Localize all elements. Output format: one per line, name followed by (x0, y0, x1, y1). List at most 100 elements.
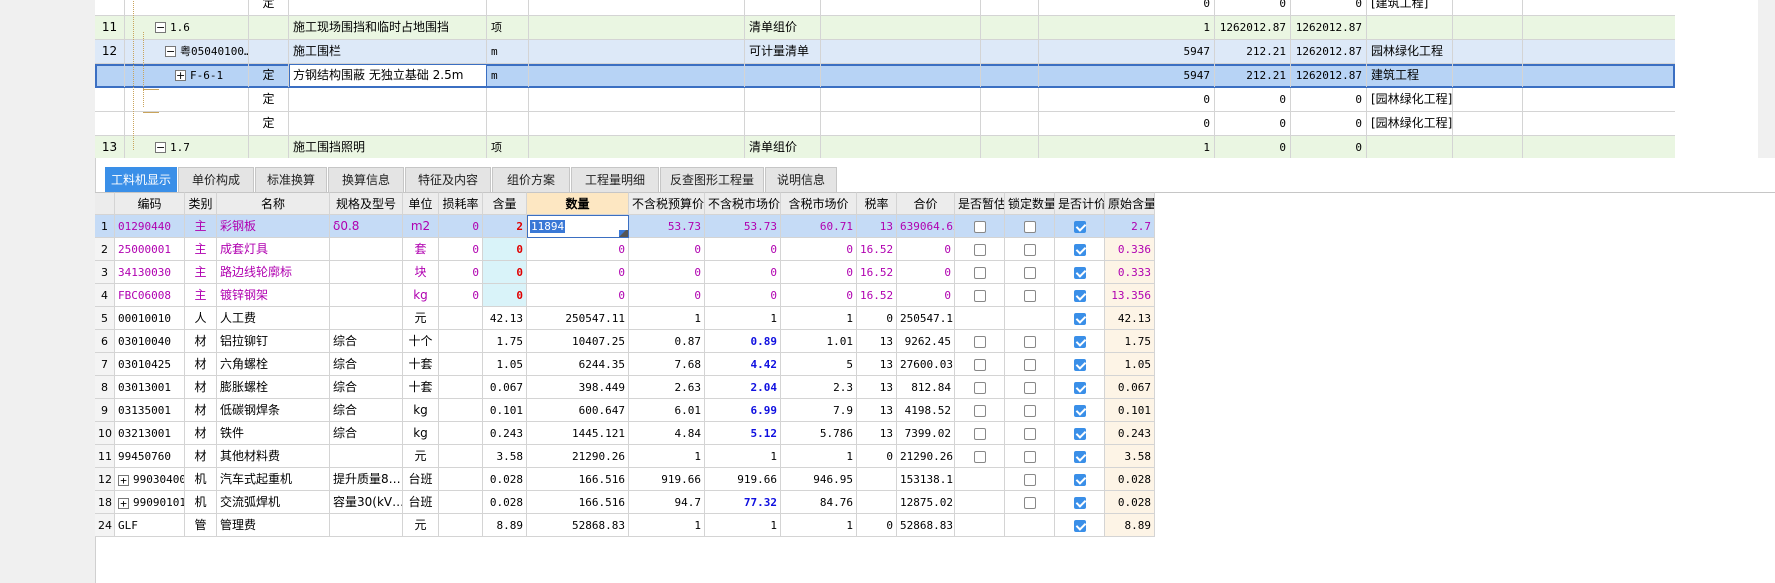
column-header[interactable]: 锁定数量 (1005, 192, 1055, 215)
column-header[interactable]: 含税市场价 (781, 192, 857, 215)
cell-name[interactable]: 镀锌钢架 (217, 284, 330, 307)
cell-lock[interactable] (1005, 330, 1055, 353)
cell-code[interactable]: GLF (115, 514, 185, 537)
priced-checkbox[interactable] (1073, 404, 1086, 417)
cell-price[interactable] (1055, 514, 1105, 537)
cell-price[interactable] (1055, 468, 1105, 491)
lock-qty-checkbox[interactable] (1023, 473, 1036, 486)
item-row[interactable]: 定 0 0 0 [园林绿化工程] (95, 88, 1675, 112)
cell-name[interactable]: 管理费 (217, 514, 330, 537)
cell-price[interactable] (1055, 399, 1105, 422)
cell-est[interactable] (955, 422, 1005, 445)
expand-icon[interactable]: + (118, 474, 129, 486)
cell-hl[interactable]: 42.13 (483, 307, 527, 330)
cell-lock[interactable] (1005, 422, 1055, 445)
item-cell-name[interactable] (289, 112, 487, 135)
lock-qty-checkbox[interactable] (1023, 404, 1036, 417)
cell-qty[interactable]: 0 (527, 261, 629, 284)
provisional-checkbox[interactable] (973, 427, 986, 440)
cell-est[interactable] (955, 376, 1005, 399)
cell-hl[interactable]: 8.89 (483, 514, 527, 537)
lock-qty-checkbox[interactable] (1023, 289, 1036, 302)
cell-qty[interactable]: 11894 (527, 215, 629, 238)
provisional-checkbox[interactable] (973, 266, 986, 279)
lock-qty-checkbox[interactable] (1023, 220, 1036, 233)
expand-icon[interactable]: + (175, 70, 186, 81)
cell-est[interactable] (955, 468, 1005, 491)
cell-price[interactable] (1055, 284, 1105, 307)
provisional-checkbox[interactable] (973, 450, 986, 463)
cell-resize-handle[interactable] (619, 230, 628, 237)
item-cell-code[interactable] (125, 112, 249, 135)
tab-2[interactable]: 单价构成 (178, 167, 254, 192)
cell-qty[interactable]: 21290.26 (527, 445, 629, 468)
cell-name[interactable]: 人工费 (217, 307, 330, 330)
cell-lock[interactable] (1005, 215, 1055, 238)
cell-lock[interactable] (1005, 468, 1055, 491)
cell-hl[interactable]: 0.028 (483, 468, 527, 491)
cell-name[interactable]: 铝拉铆钉 (217, 330, 330, 353)
cell-est[interactable] (955, 307, 1005, 330)
cell-qty[interactable]: 250547.11 (527, 307, 629, 330)
collapse-icon[interactable]: − (165, 46, 176, 57)
priced-checkbox[interactable] (1073, 519, 1086, 532)
cell-hl[interactable]: 2 (483, 215, 527, 238)
priced-checkbox[interactable] (1073, 427, 1086, 440)
cell-name[interactable]: 路边线轮廓标 (217, 261, 330, 284)
priced-checkbox[interactable] (1073, 496, 1086, 509)
lock-qty-checkbox[interactable] (1023, 335, 1036, 348)
cell-qty[interactable]: 0 (527, 284, 629, 307)
cell-lock[interactable] (1005, 514, 1055, 537)
cell-est[interactable] (955, 284, 1005, 307)
cell-hl[interactable]: 0.243 (483, 422, 527, 445)
cell-hl[interactable]: 0 (483, 261, 527, 284)
cell-price[interactable] (1055, 330, 1105, 353)
cell-name[interactable]: 铁件 (217, 422, 330, 445)
lock-qty-checkbox[interactable] (1023, 358, 1036, 371)
cell-price[interactable] (1055, 261, 1105, 284)
cell-est[interactable] (955, 514, 1005, 537)
item-row[interactable]: 12 − 粤05040100… 施工围栏 m 可计量清单 5947 212.21 1262012… (95, 40, 1675, 64)
cell-code[interactable]: 03010040 (115, 330, 185, 353)
lock-qty-checkbox[interactable] (1023, 381, 1036, 394)
priced-checkbox[interactable] (1073, 335, 1086, 348)
column-header[interactable]: 损耗率 (439, 192, 483, 215)
priced-checkbox[interactable] (1073, 289, 1086, 302)
cell-code[interactable]: +990304004 (115, 468, 185, 491)
cell-hl[interactable]: 0.101 (483, 399, 527, 422)
item-row[interactable]: + F-6-1 定 方钢结构围蔽 无独立基础 2.5m m 5947 212.21 12620… (95, 64, 1675, 88)
lock-qty-checkbox[interactable] (1023, 266, 1036, 279)
cell-qty[interactable]: 6244.35 (527, 353, 629, 376)
cell-lock[interactable] (1005, 261, 1055, 284)
cell-hl[interactable]: 0 (483, 284, 527, 307)
column-header[interactable]: 数量 (527, 192, 629, 215)
tab-1[interactable]: 工料机显示 (105, 167, 177, 192)
collapse-icon[interactable]: − (155, 22, 166, 33)
cell-lock[interactable] (1005, 238, 1055, 261)
cell-qty[interactable]: 600.647 (527, 399, 629, 422)
tab-9[interactable]: 说明信息 (765, 167, 837, 192)
cell-hl[interactable]: 0 (483, 238, 527, 261)
provisional-checkbox[interactable] (973, 335, 986, 348)
column-header[interactable]: 税率 (857, 192, 897, 215)
tab-4[interactable]: 换算信息 (328, 167, 404, 192)
tab-8[interactable]: 反查图形工程量 (660, 167, 764, 192)
lock-qty-checkbox[interactable] (1023, 496, 1036, 509)
item-cell-code[interactable]: −1.7 (125, 136, 249, 158)
column-header[interactable]: 规格及型号 (330, 192, 403, 215)
cell-lock[interactable] (1005, 399, 1055, 422)
expand-icon[interactable]: + (118, 497, 129, 509)
quantity-input-value[interactable]: 11894 (530, 220, 566, 233)
cell-est[interactable] (955, 491, 1005, 514)
cell-name[interactable]: 成套灯具 (217, 238, 330, 261)
cell-qty[interactable]: 10407.25 (527, 330, 629, 353)
cell-code[interactable]: 03135001 (115, 399, 185, 422)
item-cell-code[interactable] (125, 0, 249, 15)
cell-code[interactable]: 99450760 (115, 445, 185, 468)
cell-code[interactable]: +990901015 (115, 491, 185, 514)
provisional-checkbox[interactable] (973, 243, 986, 256)
cell-qty[interactable]: 166.516 (527, 468, 629, 491)
cell-code[interactable]: 00010010 (115, 307, 185, 330)
priced-checkbox[interactable] (1073, 243, 1086, 256)
tab-6[interactable]: 组价方案 (492, 167, 570, 192)
